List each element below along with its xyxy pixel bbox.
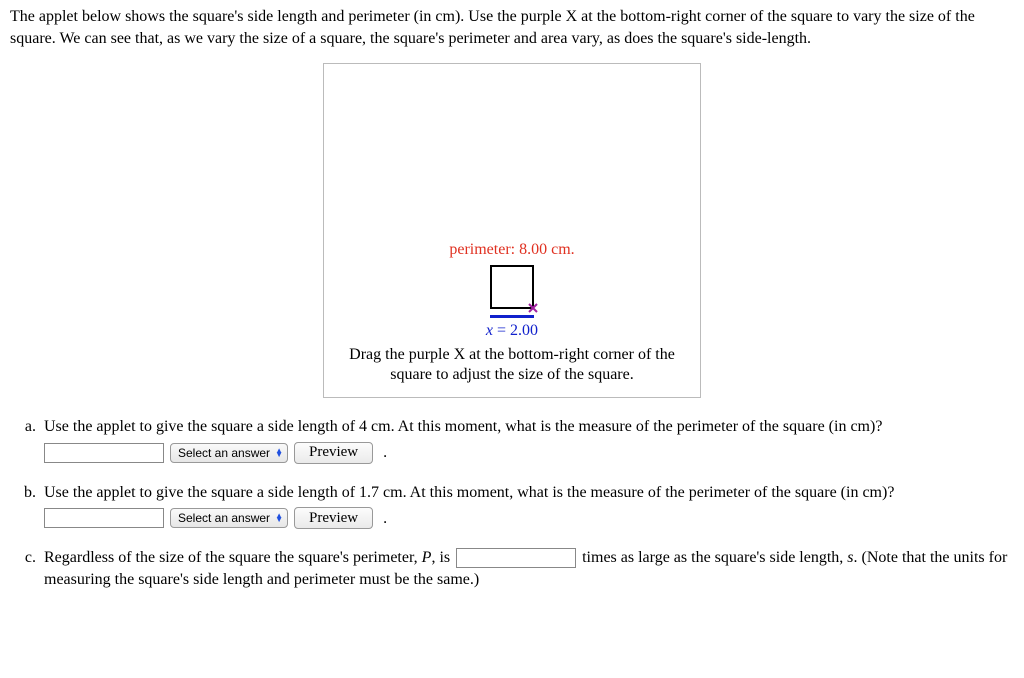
question-marker-c: c. <box>10 547 44 594</box>
qc-var-P: P <box>422 549 432 566</box>
drag-handle-x-icon[interactable] <box>528 303 538 313</box>
question-b-prompt: Use the applet to give the square a side… <box>44 482 1014 504</box>
question-a: a. Use the applet to give the square a s… <box>10 416 1014 464</box>
question-marker-b: b. <box>10 482 44 530</box>
perimeter-label: perimeter: 8.00 cm. <box>324 239 700 261</box>
select-label: Select an answer <box>178 510 270 526</box>
question-c: c. Regardless of the size of the square … <box>10 547 1014 594</box>
question-b-preview-button[interactable]: Preview <box>294 507 373 529</box>
question-a-preview-button[interactable]: Preview <box>294 442 373 464</box>
trailing-dot: . <box>383 442 387 464</box>
x-equals: = 2.00 <box>493 322 538 339</box>
square-shape <box>490 265 534 309</box>
question-c-input[interactable] <box>456 548 576 568</box>
intro-text: The applet below shows the square's side… <box>10 6 1014 49</box>
x-variable: x <box>486 322 493 339</box>
chevron-updown-icon: ▲▼ <box>275 514 283 522</box>
chevron-updown-icon: ▲▼ <box>275 449 283 457</box>
qc-text-after: times as large as the square's side leng… <box>578 549 847 566</box>
question-a-prompt: Use the applet to give the square a side… <box>44 416 1014 438</box>
question-b-select[interactable]: Select an answer ▲▼ <box>170 508 288 528</box>
applet-container: perimeter: 8.00 cm. x = 2.00 Drag the p <box>10 63 1014 398</box>
question-a-select[interactable]: Select an answer ▲▼ <box>170 443 288 463</box>
question-a-input[interactable] <box>44 443 164 463</box>
x-marker-line <box>324 315 700 318</box>
qc-text-between: , is <box>431 549 454 566</box>
question-marker-a: a. <box>10 416 44 464</box>
question-b: b. Use the applet to give the square a s… <box>10 482 1014 530</box>
questions-list: a. Use the applet to give the square a s… <box>10 416 1014 594</box>
applet-instructions: Drag the purple X at the bottom-right co… <box>324 345 700 385</box>
trailing-dot: . <box>383 508 387 530</box>
select-label: Select an answer <box>178 445 270 461</box>
applet-box: perimeter: 8.00 cm. x = 2.00 Drag the p <box>323 63 701 398</box>
question-c-prompt: Regardless of the size of the square the… <box>44 547 1014 590</box>
qc-text-pre: Regardless of the size of the square the… <box>44 549 422 566</box>
question-b-input[interactable] <box>44 508 164 528</box>
x-value-label: x = 2.00 <box>324 320 700 342</box>
